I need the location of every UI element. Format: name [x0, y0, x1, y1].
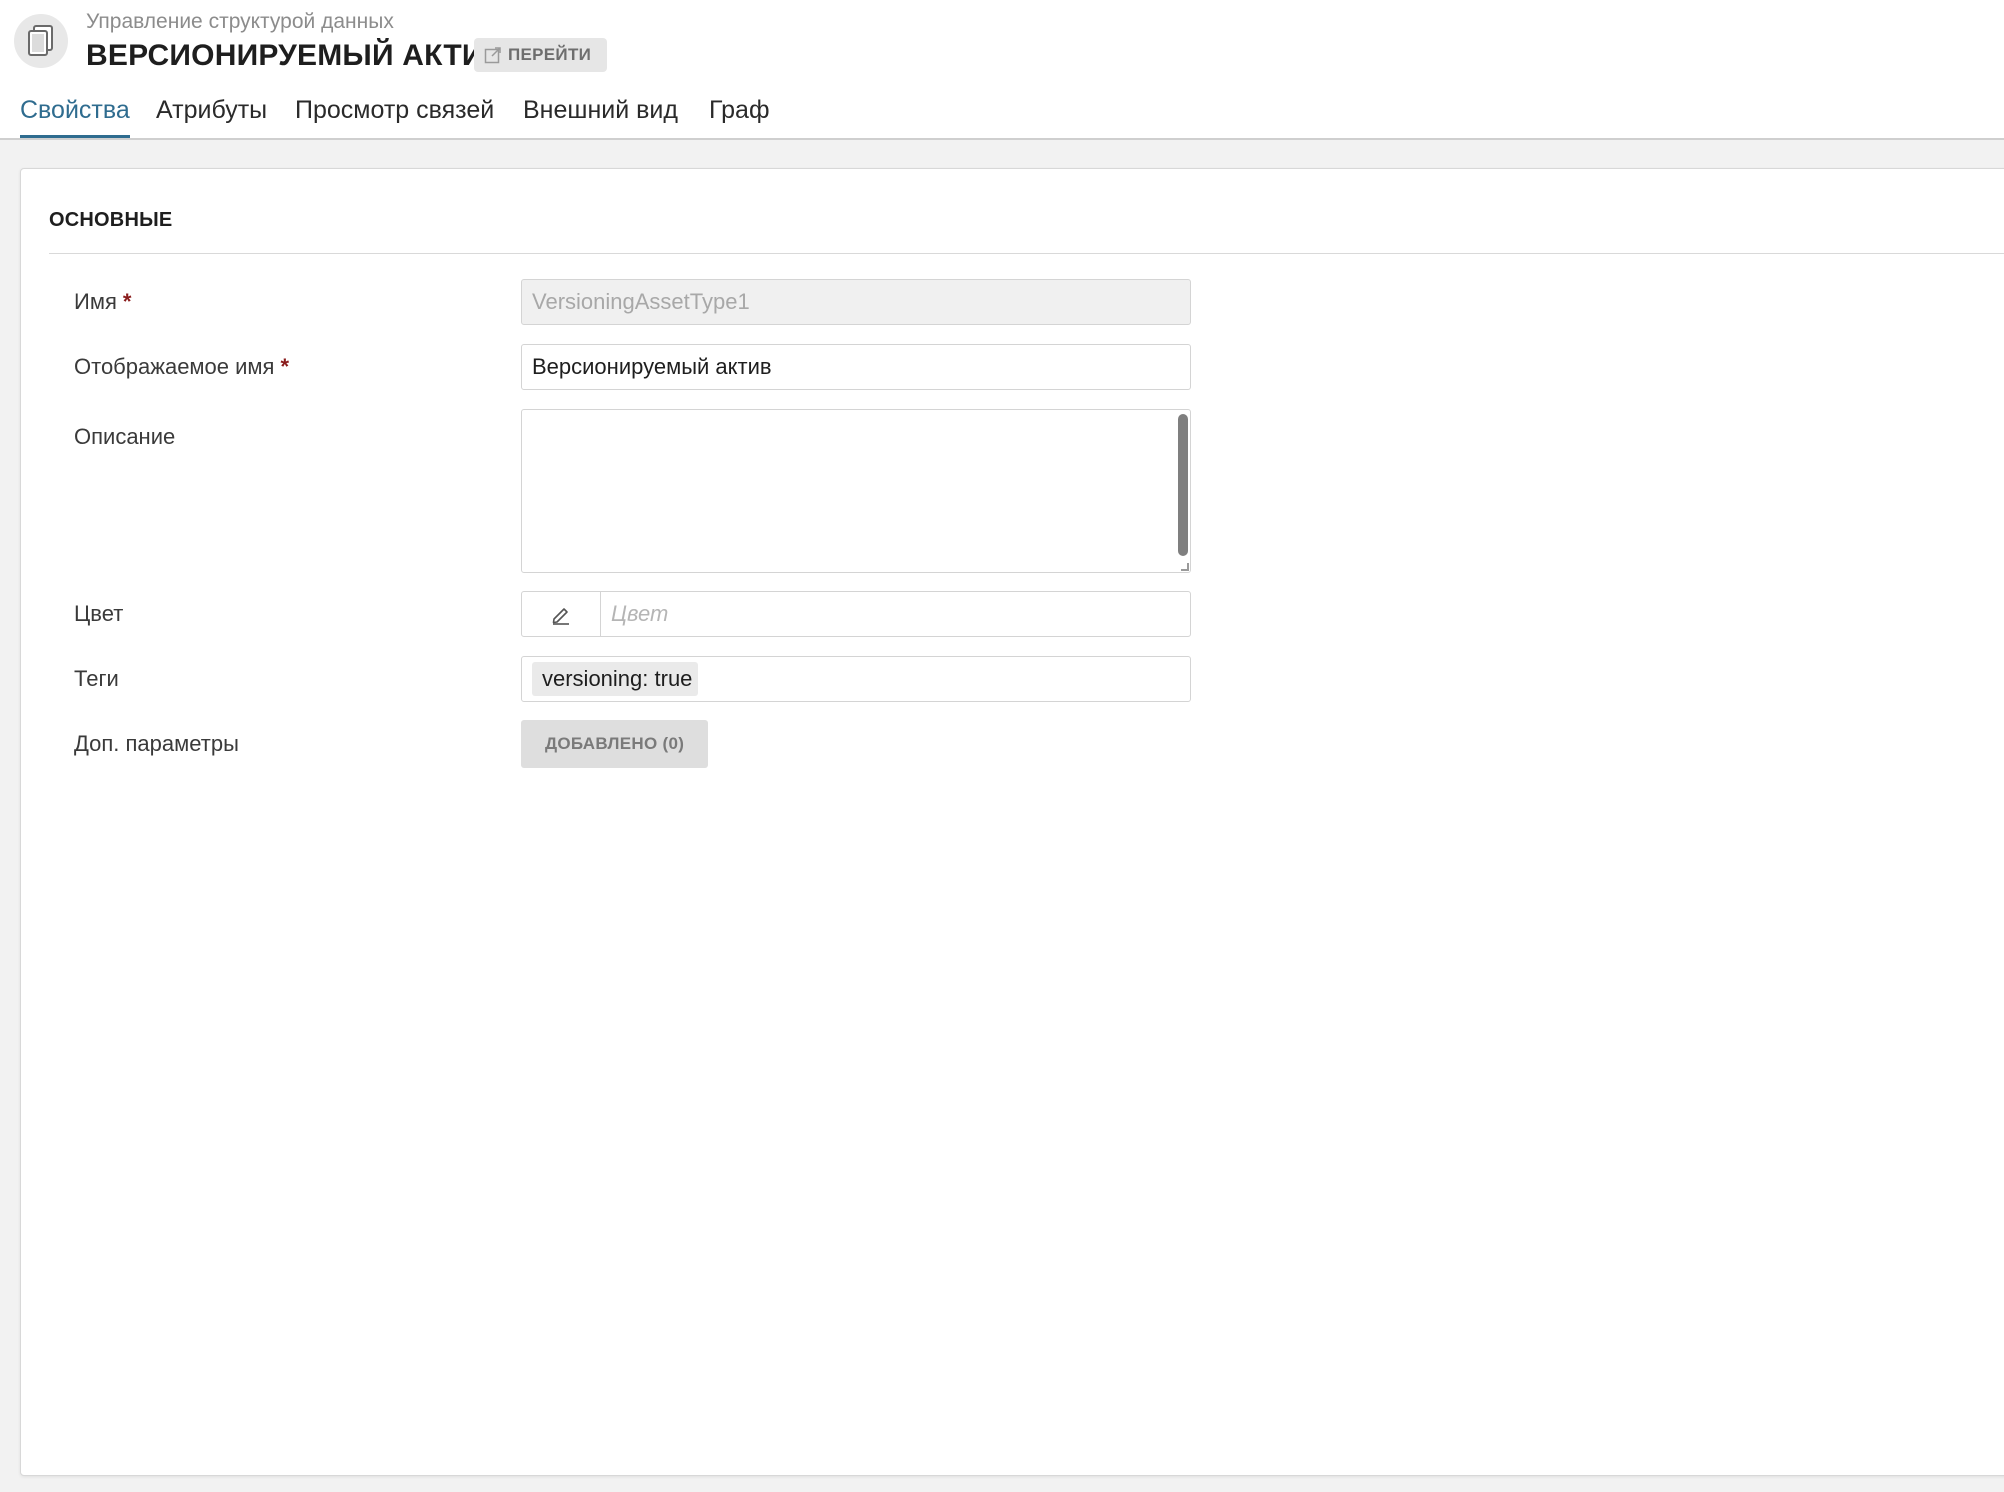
tab-attributes[interactable]: Атрибуты — [156, 96, 267, 135]
documents-icon — [14, 14, 68, 68]
tags-field[interactable]: versioning: true — [521, 656, 1191, 702]
name-input — [522, 280, 1190, 324]
color-label: Цвет — [74, 601, 124, 626]
display-name-field — [521, 344, 1191, 390]
required-mark: * — [280, 354, 290, 379]
description-label: Описание — [74, 424, 176, 449]
tag-chip[interactable]: versioning: true — [532, 662, 699, 696]
description-field — [521, 409, 1191, 573]
display-name-input[interactable] — [522, 345, 1190, 389]
tab-relations-view[interactable]: Просмотр связей — [295, 96, 494, 135]
name-label-text: Имя — [74, 289, 117, 314]
required-mark: * — [122, 289, 132, 314]
tab-appearance[interactable]: Внешний вид — [523, 96, 678, 135]
properties-card: ОСНОВНЫЕ Имя* Отображаемое имя* Описание… — [20, 168, 2004, 1476]
display-name-label-text: Отображаемое имя — [74, 354, 275, 379]
resize-handle[interactable] — [1181, 563, 1189, 571]
name-label: Имя * — [74, 289, 131, 315]
breadcrumb: Управление структурой данных — [86, 10, 394, 33]
description-scrollbar[interactable] — [1178, 414, 1188, 556]
tabs-divider — [0, 138, 2004, 140]
external-link-icon — [484, 47, 501, 64]
goto-button-label: ПЕРЕЙТИ — [508, 45, 592, 64]
section-divider — [49, 253, 2004, 254]
color-field — [521, 591, 1191, 637]
display-name-label: Отображаемое имя * — [74, 354, 289, 380]
tags-label: Теги — [74, 666, 119, 691]
name-field — [521, 279, 1191, 325]
section-title: ОСНОВНЫЕ — [49, 209, 173, 231]
added-params-button[interactable]: ДОБАВЛЕНО (0) — [521, 720, 709, 768]
tab-bar: Свойства Атрибуты Просмотр связей Внешни… — [0, 88, 2004, 140]
color-input[interactable] — [601, 592, 1190, 636]
page-title: ВЕРСИОНИРУЕМЫЙ АКТИВ — [86, 39, 506, 72]
page-header: Управление структурой данных ВЕРСИОНИРУЕ… — [0, 0, 2004, 140]
color-picker-button[interactable] — [522, 592, 601, 636]
description-textarea[interactable] — [522, 410, 1162, 560]
tab-graph[interactable]: Граф — [709, 96, 770, 135]
extra-params-label: Доп. параметры — [74, 731, 239, 756]
tab-properties[interactable]: Свойства — [20, 96, 130, 138]
pencil-icon — [552, 608, 569, 625]
goto-button[interactable]: ПЕРЕЙТИ — [474, 38, 608, 72]
